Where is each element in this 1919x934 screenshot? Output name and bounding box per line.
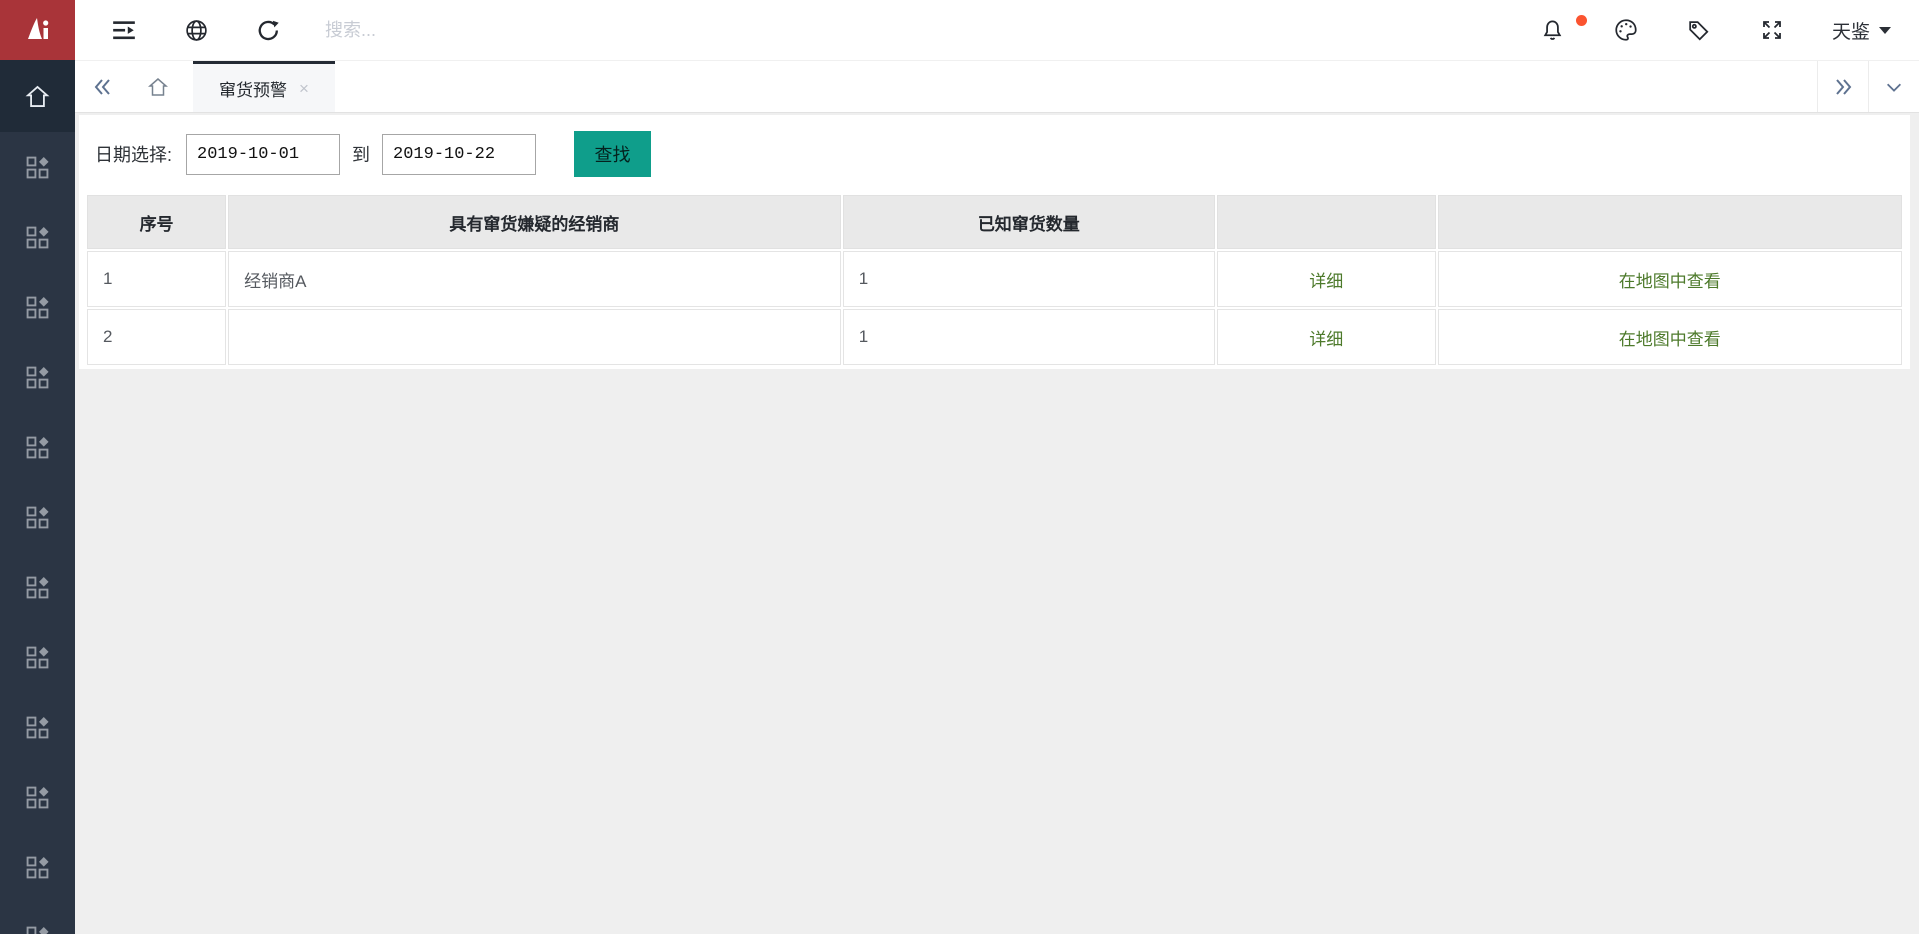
theme-palette-icon[interactable] [1613, 17, 1639, 43]
sidebar-menu-item[interactable] [0, 552, 75, 622]
tab-close-icon[interactable]: × [299, 80, 309, 97]
view-on-map-link[interactable]: 在地图中查看 [1619, 330, 1721, 349]
user-menu[interactable]: 天鉴 [1832, 17, 1891, 44]
sidebar-menu-item[interactable] [0, 482, 75, 552]
globe-icon[interactable] [183, 17, 209, 43]
cell-count: 1 [843, 251, 1215, 307]
col-header-index: 序号 [87, 195, 226, 249]
cell-index: 1 [87, 251, 226, 307]
sidebar [0, 60, 75, 934]
search-button[interactable]: 查找 [574, 131, 651, 177]
chevron-down-icon [1884, 77, 1904, 97]
menu-grid-icon [26, 296, 49, 319]
date-to-label: 到 [352, 141, 370, 167]
detail-link[interactable]: 详细 [1309, 330, 1343, 349]
notifications-bell-icon[interactable] [1540, 17, 1566, 43]
menu-grid-icon [26, 646, 49, 669]
tabs-more-button[interactable] [1868, 61, 1919, 112]
sidebar-menu-item[interactable] [0, 202, 75, 272]
notification-dot [1576, 15, 1587, 26]
tab-label: 窜货预警 [219, 76, 287, 101]
menu-grid-icon [26, 716, 49, 739]
tag-icon[interactable] [1686, 17, 1712, 43]
tab-active[interactable]: 窜货预警 × [193, 61, 335, 112]
menu-grid-icon [26, 156, 49, 179]
sidebar-menu-item[interactable] [0, 622, 75, 692]
home-icon [146, 75, 170, 99]
start-date-input[interactable] [186, 134, 340, 175]
view-on-map-link[interactable]: 在地图中查看 [1619, 272, 1721, 291]
table-row: 1 经销商A 1 详细 在地图中查看 [87, 251, 1902, 307]
content-area: 日期选择: 到 查找 序号 具有窜货嫌疑的经销商 [75, 113, 1919, 934]
sidebar-item-home[interactable] [0, 60, 75, 132]
tabs-scroll-left-button[interactable] [75, 61, 131, 112]
cell-index: 2 [87, 309, 226, 365]
date-filter-label: 日期选择: [95, 141, 172, 167]
col-header-count: 已知窜货数量 [843, 195, 1215, 249]
sidebar-menu-item[interactable] [0, 692, 75, 762]
tab-bar: 窜货预警 × [75, 60, 1919, 113]
menu-grid-icon [26, 226, 49, 249]
tab-home-button[interactable] [131, 61, 185, 112]
col-header-detail [1217, 195, 1436, 249]
cell-dealer [228, 309, 841, 365]
menu-grid-icon [26, 436, 49, 459]
report-panel: 日期选择: 到 查找 序号 具有窜货嫌疑的经销商 [79, 115, 1910, 369]
menu-grid-icon [26, 576, 49, 599]
fullscreen-icon[interactable] [1759, 17, 1785, 43]
menu-grid-icon [26, 506, 49, 529]
col-header-dealer: 具有窜货嫌疑的经销商 [228, 195, 841, 249]
cell-dealer: 经销商A [228, 251, 841, 307]
sidebar-menu-item[interactable] [0, 762, 75, 832]
end-date-input[interactable] [382, 134, 536, 175]
sidebar-menu-item[interactable] [0, 342, 75, 412]
home-icon [24, 83, 51, 110]
date-filter-row: 日期选择: 到 查找 [85, 131, 1904, 177]
sidebar-menu-item[interactable] [0, 132, 75, 202]
fold-sidebar-icon[interactable] [111, 17, 137, 43]
col-header-map [1438, 195, 1902, 249]
app-logo[interactable] [0, 0, 75, 60]
menu-grid-icon [26, 856, 49, 879]
sidebar-menu-item[interactable] [0, 412, 75, 482]
menu-grid-icon [26, 786, 49, 809]
menu-grid-icon [26, 926, 49, 934]
table-header-row: 序号 具有窜货嫌疑的经销商 已知窜货数量 [87, 195, 1902, 249]
search-input[interactable] [325, 20, 585, 41]
menu-grid-icon [26, 366, 49, 389]
refresh-icon[interactable] [255, 17, 281, 43]
logo-icon [21, 13, 55, 47]
sidebar-menu-item[interactable] [0, 902, 75, 934]
topbar: 天鉴 [0, 0, 1919, 60]
sidebar-menu-item[interactable] [0, 272, 75, 342]
user-name: 天鉴 [1832, 17, 1870, 44]
caret-down-icon [1879, 27, 1891, 34]
suspect-dealers-table: 序号 具有窜货嫌疑的经销商 已知窜货数量 1 经销商A 1 详细 [85, 193, 1904, 367]
table-row: 2 1 详细 在地图中查看 [87, 309, 1902, 365]
sidebar-menu-item[interactable] [0, 832, 75, 902]
cell-count: 1 [843, 309, 1215, 365]
detail-link[interactable]: 详细 [1309, 272, 1343, 291]
tabs-scroll-right-button[interactable] [1817, 61, 1868, 112]
